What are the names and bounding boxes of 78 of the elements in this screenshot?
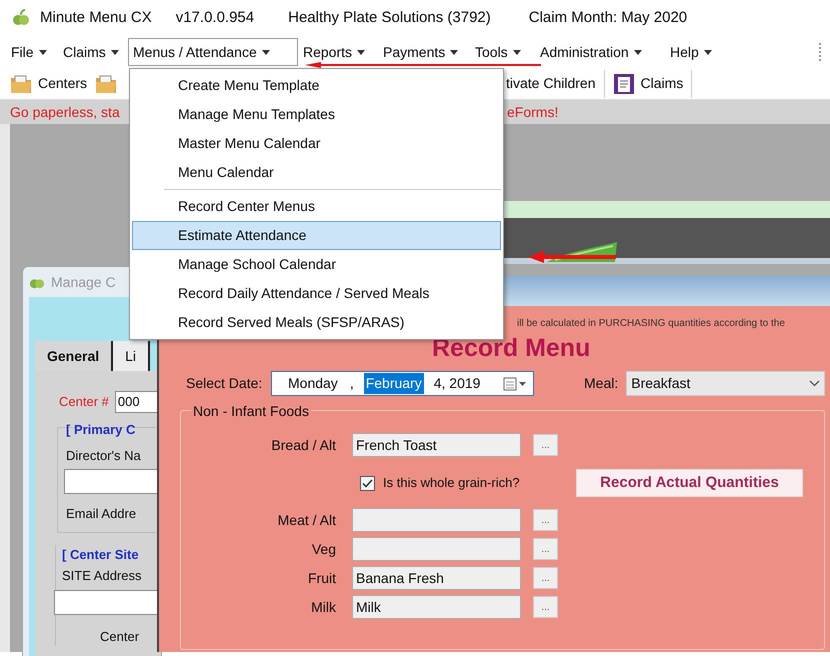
menu-item[interactable]: Tools bbox=[470, 43, 535, 61]
menu-item[interactable]: Administration bbox=[535, 43, 665, 61]
field-label: Select Date: bbox=[186, 374, 264, 393]
input-field[interactable]: Banana Fresh bbox=[352, 566, 521, 590]
field-label: Meal: bbox=[584, 374, 618, 393]
version-text: v17.0.0.954 bbox=[176, 8, 254, 28]
input-field[interactable]: Milk bbox=[352, 595, 521, 619]
menu-entry[interactable]: Manage School Calendar bbox=[132, 250, 501, 279]
menu-item[interactable]: File bbox=[6, 43, 58, 61]
browse-button[interactable]: ... bbox=[533, 509, 558, 531]
record-quantities-button[interactable]: Record Actual Quantities bbox=[576, 469, 803, 497]
menu-entry[interactable]: Create Menu Template bbox=[132, 71, 501, 100]
caret-icon bbox=[450, 50, 458, 54]
tab[interactable]: General bbox=[35, 341, 114, 371]
date-picker[interactable]: Monday , February 4, 2019 bbox=[271, 371, 534, 396]
chevron-icon bbox=[809, 380, 820, 387]
date-text: 4, 2019 bbox=[432, 374, 482, 393]
field-label: Meat / Alt bbox=[276, 510, 336, 530]
calendar-icon bbox=[503, 376, 527, 390]
date-text: , bbox=[348, 374, 355, 393]
toolbar-button[interactable]: Claims bbox=[612, 70, 692, 98]
caret-icon bbox=[634, 50, 642, 54]
menu-item[interactable]: Claims bbox=[58, 43, 128, 61]
caret-icon bbox=[357, 50, 366, 54]
meal-select[interactable]: Breakfast bbox=[626, 371, 826, 396]
notice-text: ill be calculated in PURCHASING quantities according to the bbox=[517, 317, 785, 331]
menu-item[interactable]: Help bbox=[665, 43, 725, 61]
field-label: Milk bbox=[310, 598, 336, 616]
field-label: SITE Address bbox=[62, 567, 142, 585]
menu-entry[interactable]: Record Daily Attendance / Served Meals bbox=[132, 279, 501, 308]
menu-entry[interactable]: Master Menu Calendar bbox=[132, 129, 501, 158]
date-text: February bbox=[364, 373, 424, 394]
field-label: Fruit bbox=[307, 568, 336, 588]
browse-button[interactable]: ... bbox=[533, 538, 558, 560]
browse-button[interactable]: ... bbox=[533, 567, 558, 589]
document-icon bbox=[612, 72, 634, 94]
window-title: Manage C bbox=[51, 272, 116, 292]
claim-month: Claim Month: May 2020 bbox=[528, 8, 688, 28]
menu-entry[interactable]: Menu Calendar bbox=[132, 158, 501, 187]
input-field[interactable]: French Toast bbox=[352, 433, 521, 457]
banner-text: Go paperless, sta bbox=[10, 104, 120, 120]
section-heading: [ Primary C bbox=[66, 421, 136, 439]
input-field[interactable] bbox=[352, 508, 521, 532]
field-label: Director's Na bbox=[66, 446, 142, 464]
caret-icon bbox=[110, 50, 119, 54]
apple-icon bbox=[12, 9, 30, 27]
field-label: Veg bbox=[310, 540, 336, 559]
caret-icon bbox=[262, 50, 270, 54]
field-label: Center bbox=[100, 628, 140, 646]
menu-item[interactable]: Reports bbox=[298, 43, 378, 61]
field-label: Bread / Alt bbox=[270, 436, 336, 454]
caret-icon bbox=[512, 50, 521, 54]
field-label: Email Addre bbox=[66, 505, 138, 523]
field-label: Center # bbox=[59, 393, 109, 412]
menu-entry[interactable]: Manage Menu Templates bbox=[132, 100, 501, 129]
tab[interactable]: Li bbox=[113, 341, 150, 371]
menu-item[interactable]: Menus / Attendance bbox=[128, 38, 298, 66]
menu-entry[interactable]: Estimate Attendance bbox=[132, 221, 501, 250]
app-name: Minute Menu CX bbox=[40, 8, 152, 28]
organization-name: Healthy Plate Solutions (3792) bbox=[288, 8, 491, 28]
browse-button[interactable]: ... bbox=[533, 596, 558, 618]
folder-icon bbox=[10, 74, 32, 94]
section-heading: [ Center Site bbox=[62, 546, 140, 564]
folder-icon bbox=[95, 74, 118, 94]
toolbar-button[interactable]: Centers bbox=[10, 73, 88, 94]
input-field[interactable] bbox=[352, 537, 521, 561]
toolbar-button[interactable]: tivate Children bbox=[506, 70, 604, 98]
checkbox[interactable] bbox=[360, 476, 375, 490]
browse-button[interactable]: ... bbox=[533, 434, 558, 456]
banner-text: eForms! bbox=[507, 102, 558, 122]
grip-icon bbox=[818, 41, 822, 63]
caret-icon bbox=[38, 50, 47, 54]
caret-icon bbox=[704, 50, 712, 54]
menu-entry[interactable]: Record Center Menus bbox=[132, 192, 501, 221]
date-text: Monday bbox=[287, 374, 339, 393]
check-icon bbox=[362, 478, 373, 488]
checkbox-label: Is this whole grain-rich? bbox=[383, 474, 521, 492]
menu-item[interactable]: Payments bbox=[378, 43, 470, 61]
